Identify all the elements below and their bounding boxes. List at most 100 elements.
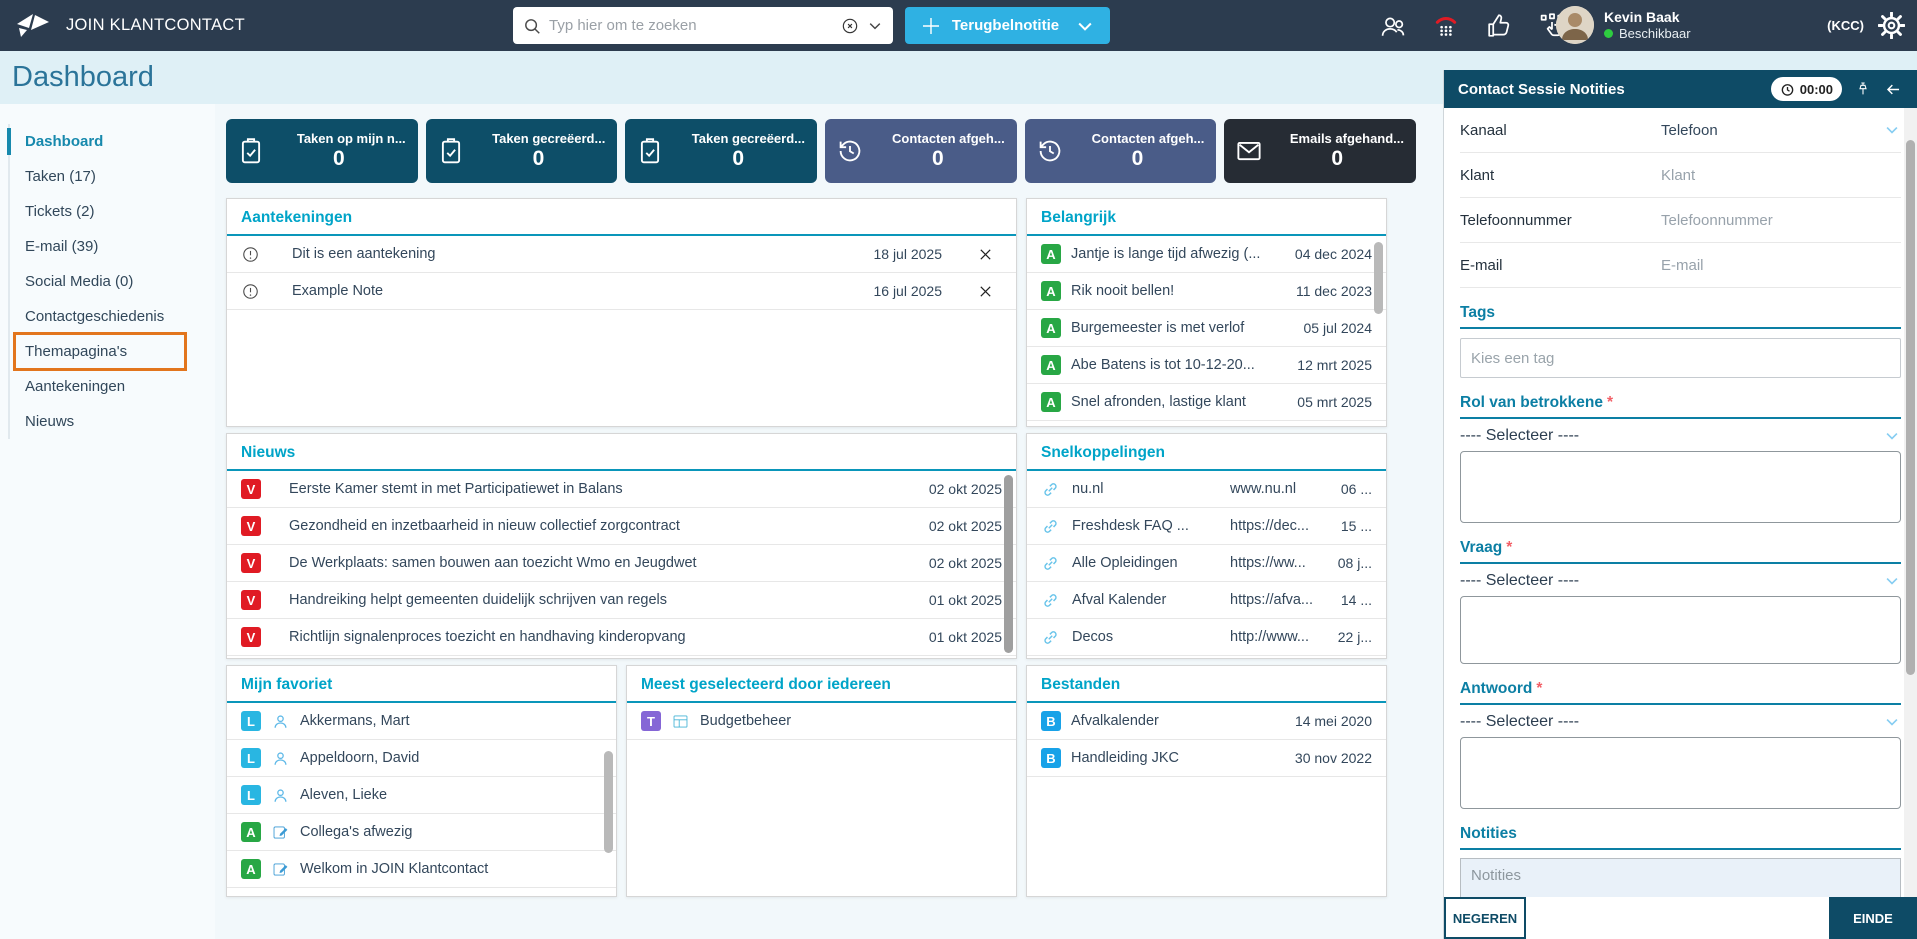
search-dropdown-icon[interactable]: [867, 18, 883, 34]
antwoord-select[interactable]: ---- Selecteer ----: [1460, 707, 1901, 737]
ignore-button[interactable]: NEGEREN: [1444, 897, 1526, 939]
shortcut-row[interactable]: Decos http://www... 22 j...: [1027, 619, 1386, 656]
favorite-row[interactable]: L Appeldoorn, David: [227, 740, 616, 777]
stat-label: Taken gecreëerd...: [492, 131, 605, 146]
close-icon[interactable]: [968, 247, 1002, 262]
favorite-row[interactable]: A Welkom in JOIN Klantcontact: [227, 851, 616, 888]
panel-belangrijk: Belangrijk A Jantje is lange tijd afwezi…: [1026, 198, 1387, 427]
favorite-row[interactable]: A Collega's afwezig: [227, 814, 616, 851]
sidebar-item-taken[interactable]: Taken (17): [10, 159, 215, 194]
scrollbar-thumb[interactable]: [1004, 475, 1013, 653]
tag-input[interactable]: [1460, 338, 1901, 378]
favorite-row[interactable]: L Aleven, Lieke: [227, 777, 616, 814]
field-placeholder[interactable]: Telefoonnummer: [1661, 212, 1773, 229]
shortcut-row[interactable]: nu.nl www.nu.nl 06 ...: [1027, 471, 1386, 508]
rol-select[interactable]: ---- Selecteer ----: [1460, 421, 1901, 451]
gear-icon[interactable]: [1878, 12, 1905, 39]
back-arrow-icon[interactable]: [1884, 80, 1903, 99]
pin-icon[interactable]: [1855, 81, 1871, 97]
scrollbar-thumb[interactable]: [1906, 140, 1915, 675]
shortcut-row[interactable]: Afval Kalender https://afva... 14 ...: [1027, 582, 1386, 619]
avatar[interactable]: [1556, 6, 1594, 44]
section-notities: Notities: [1460, 825, 1901, 897]
stat-card-taken-2[interactable]: Taken gecreëerd...0: [426, 119, 618, 183]
file-row[interactable]: B Handleiding JKC 30 nov 2022: [1027, 740, 1386, 777]
note-edit-icon: [271, 823, 290, 842]
news-badge-icon: V: [241, 627, 261, 647]
note-row[interactable]: Dit is een aantekening 18 jul 2025: [227, 236, 1016, 273]
stat-card-contacten-2[interactable]: Contacten afgeh...0: [1025, 119, 1217, 183]
sidebar-item-aantekeningen[interactable]: Aantekeningen: [10, 369, 215, 404]
news-row[interactable]: V De Werkplaats: samen bouwen aan toezic…: [227, 545, 1016, 582]
chevron-down-icon[interactable]: [1883, 121, 1901, 139]
important-row[interactable]: A Rik nooit bellen! 11 dec 2023: [1027, 273, 1386, 310]
shortcut-name: Afval Kalender: [1072, 592, 1222, 608]
news-date: 02 okt 2025: [929, 481, 1002, 497]
sidebar-item-dashboard[interactable]: Dashboard: [10, 124, 215, 159]
field-value[interactable]: Telefoon: [1661, 122, 1718, 139]
callback-note-button[interactable]: Terugbelnotitie: [905, 7, 1110, 44]
stat-card-emails[interactable]: Emails afgehand...0: [1224, 119, 1416, 183]
user-status: Beschikbaar: [1604, 26, 1691, 41]
sidebar-item-themapaginas[interactable]: Themapagina's: [10, 334, 215, 369]
rol-options-box[interactable]: [1460, 451, 1901, 523]
search-input[interactable]: [549, 17, 833, 34]
shortcut-row[interactable]: Alle Opleidingen https://ww... 08 j...: [1027, 545, 1386, 582]
news-row[interactable]: V Gezondheid en inzetbaarheid in nieuw c…: [227, 508, 1016, 545]
shortcut-row[interactable]: Freshdesk FAQ ... https://dec... 15 ...: [1027, 508, 1386, 545]
favorite-text: Aleven, Lieke: [300, 787, 592, 803]
stat-card-taken-3[interactable]: Taken gecreëerd...0: [625, 119, 817, 183]
stat-card-contacten-1[interactable]: Contacten afgeh...0: [825, 119, 1017, 183]
sidebar-item-nieuws[interactable]: Nieuws: [10, 404, 215, 439]
sidebar-item-tickets[interactable]: Tickets (2): [10, 194, 215, 229]
important-row[interactable]: A Jantje is lange tijd afwezig (... 04 d…: [1027, 236, 1386, 273]
scrollbar-thumb[interactable]: [1374, 242, 1383, 314]
field-email[interactable]: E-mail E-mail: [1460, 243, 1901, 288]
notities-textarea[interactable]: [1460, 858, 1901, 897]
favorite-row[interactable]: L Akkermans, Mart: [227, 703, 616, 740]
field-label: E-mail: [1460, 257, 1661, 274]
stat-card-taken-1[interactable]: Taken op mijn n...0: [226, 119, 418, 183]
news-row[interactable]: V Eerste Kamer stemt in met Participatie…: [227, 471, 1016, 508]
important-row[interactable]: A Burgemeester is met verlof 05 jul 2024: [1027, 310, 1386, 347]
vraag-options-box[interactable]: [1460, 596, 1901, 664]
news-row[interactable]: V Handreiking helpt gemeenten duidelijk …: [227, 582, 1016, 619]
file-name: Handleiding JKC: [1071, 750, 1285, 766]
note-row[interactable]: Example Note 16 jul 2025: [227, 273, 1016, 310]
field-placeholder[interactable]: E-mail: [1661, 257, 1704, 274]
sidebar-item-social-media[interactable]: Social Media (0): [10, 264, 215, 299]
end-button[interactable]: EINDE: [1829, 897, 1917, 939]
list-badge-icon: L: [241, 748, 261, 768]
stat-label: Taken gecreëerd...: [692, 131, 805, 146]
note-text: Dit is een aantekening: [292, 246, 840, 262]
scrollbar-thumb[interactable]: [604, 751, 613, 853]
close-icon[interactable]: [968, 284, 1002, 299]
link-icon: [1041, 517, 1060, 536]
field-telefoonnummer[interactable]: Telefoonnummer Telefoonnummer: [1460, 198, 1901, 243]
file-row[interactable]: B Afvalkalender 14 mei 2020: [1027, 703, 1386, 740]
news-row[interactable]: V Richtlijn signalenproces toezicht en h…: [227, 619, 1016, 656]
news-date: 01 okt 2025: [929, 629, 1002, 645]
user-info[interactable]: Kevin Baak Beschikbaar: [1556, 6, 1691, 44]
sidebar-item-email[interactable]: E-mail (39): [10, 229, 215, 264]
chevron-down-icon[interactable]: [1075, 16, 1095, 36]
stat-value: 0: [333, 147, 345, 171]
note-badge-icon: A: [1041, 318, 1061, 338]
plus-icon: [920, 15, 942, 37]
dialpad-phone-icon[interactable]: [1431, 11, 1461, 41]
contacts-icon[interactable]: [1378, 11, 1408, 41]
sidebar-item-contactgeschiedenis[interactable]: Contactgeschiedenis: [10, 299, 215, 334]
shortcut-url: https://afva...: [1230, 592, 1328, 608]
antwoord-options-box[interactable]: [1460, 737, 1901, 809]
important-row[interactable]: A Abe Batens is tot 10-12-20... 12 mrt 2…: [1027, 347, 1386, 384]
thumbs-up-icon[interactable]: [1484, 11, 1514, 41]
vraag-select[interactable]: ---- Selecteer ----: [1460, 566, 1901, 596]
field-kanaal[interactable]: Kanaal Telefoon: [1460, 108, 1901, 153]
important-date: 04 dec 2024: [1295, 246, 1372, 262]
shortcut-name: Decos: [1072, 629, 1222, 645]
clear-search-icon[interactable]: [840, 16, 860, 36]
important-row[interactable]: A Snel afronden, lastige klant 05 mrt 20…: [1027, 384, 1386, 421]
field-klant[interactable]: Klant Klant: [1460, 153, 1901, 198]
field-placeholder[interactable]: Klant: [1661, 167, 1695, 184]
most-selected-row[interactable]: T Budgetbeheer: [627, 703, 1016, 740]
